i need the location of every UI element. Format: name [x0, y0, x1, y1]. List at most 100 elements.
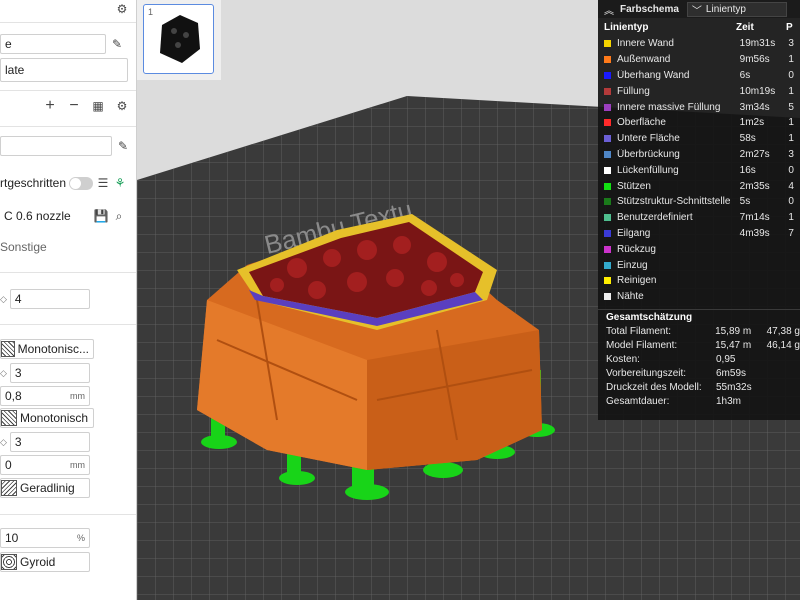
legend-swatch [604, 277, 611, 285]
collapse-icon[interactable]: ︽ [604, 2, 614, 17]
summary-label: Gesamtdauer: [606, 396, 670, 408]
legend-row-name: Eilgang [617, 227, 651, 239]
legend-row-name: Stützstruktur-Schnittstelle [617, 196, 731, 208]
advanced-toggle[interactable] [69, 176, 94, 190]
legend-row-percent: 1 [788, 85, 794, 97]
legend-swatch [604, 71, 611, 79]
legend-row-name: Überhang Wand [617, 69, 690, 81]
summary-label: Vorbereitungszeit: [606, 368, 687, 380]
summary-value: 1h3m [716, 396, 742, 408]
printer-field[interactable]: e [0, 34, 106, 54]
legend-row-time: 5s [739, 196, 751, 208]
spinner-icon[interactable]: ◇ [0, 437, 7, 448]
gear-icon[interactable]: ⚙ [115, 99, 129, 113]
legend-row[interactable]: Benutzerdefiniert 7m14s 1 [598, 210, 800, 226]
legend-swatch [604, 214, 611, 222]
spinner-icon[interactable]: ◇ [0, 294, 7, 305]
legend-row-name: Rückzug [617, 243, 656, 255]
legend-row-time: 16s [739, 164, 756, 176]
top-thickness-input[interactable]: 0,8 mm [0, 386, 90, 406]
legend-swatch [604, 198, 611, 206]
summary-rows: Total Filament: 15,89 m 47,38 g Model Filam… [598, 325, 800, 409]
legend-row[interactable]: Füllung 10m19s 1 [598, 83, 800, 99]
legend-row-name: Innere Wand [617, 38, 674, 50]
legend-row[interactable]: Außenwand 9m56s 1 [598, 52, 800, 68]
legend-row-name: Nähte [617, 291, 644, 303]
gyroid-pattern-icon [1, 554, 17, 570]
legend-row[interactable]: Innere Wand 19m31s 3 [598, 36, 800, 52]
spinner-icon[interactable]: ◇ [0, 368, 7, 379]
legend-row[interactable]: Rückzug [598, 241, 800, 257]
model-preview-icon [160, 15, 200, 63]
bottom-thickness-input[interactable]: 0 mm [0, 455, 90, 475]
bottom-pattern-select[interactable]: Monotonisch [0, 408, 94, 428]
legend-row[interactable]: Reinigen [598, 273, 800, 289]
legend-row-percent: 3 [788, 38, 794, 50]
legend-row-percent: 0 [788, 196, 794, 208]
legend-row[interactable]: Stützstruktur-Schnittstelle 5s 0 [598, 194, 800, 210]
legend-row[interactable]: Oberfläche 1m2s 1 [598, 115, 800, 131]
legend-row[interactable]: Einzug [598, 257, 800, 273]
summary-label: Total Filament: [606, 326, 672, 338]
legend-swatch [604, 245, 611, 253]
edit-icon[interactable]: ✎ [116, 139, 130, 153]
color-scheme-select[interactable]: ﹀ Linientyp [686, 1, 787, 17]
legend-row-time: 7m14s [739, 212, 770, 224]
legend-swatch [604, 103, 611, 111]
legend-row-name: Reinigen [617, 275, 657, 287]
legend-row-name: Einzug [617, 259, 648, 271]
legend-row-percent: 7 [788, 227, 794, 239]
infill-density-input[interactable]: 10% [0, 528, 90, 548]
process-field[interactable] [0, 136, 112, 156]
legend-row[interactable]: Lückenfüllung 16s 0 [598, 162, 800, 178]
legend-row-time: 9m56s [739, 54, 770, 66]
legend-row[interactable]: Stützen 2m35s 4 [598, 178, 800, 194]
slicer-window: Bambu Textu 1 ⚙ e ✎ late + − ▦ ⚙ ✎ rtges… [0, 0, 800, 600]
legend-row[interactable]: Untere Fläche 58s 1 [598, 131, 800, 147]
legend-row-percent: 4 [788, 180, 794, 192]
wall-loops-input[interactable]: 4 [9, 289, 90, 309]
edit-icon[interactable]: ✎ [110, 37, 124, 51]
legend-row[interactable]: Eilgang 4m39s 7 [598, 226, 800, 242]
remove-icon[interactable]: − [67, 97, 81, 114]
legend-panel: ︽ Farbschema ﹀ Linientyp Linientyp Zeit … [598, 0, 800, 420]
plate-type-field[interactable]: late [0, 58, 128, 82]
bottom-layers-input[interactable]: 3 [9, 432, 90, 452]
top-layers-input[interactable]: 3 [9, 363, 90, 383]
summary-value: 15,47 m [715, 340, 752, 352]
legend-rows: Innere Wand 19m31s 3 Außenwand 9m56s 1 Überhan… [598, 36, 800, 305]
legend-row[interactable]: Nähte [598, 289, 800, 305]
legend-row[interactable]: Innere massive Füllung 3m34s 5 [598, 99, 800, 115]
compare-icon[interactable]: ▦ [91, 99, 105, 113]
summary-row: Vorbereitungszeit: 6m59s [598, 367, 800, 381]
tree-icon[interactable]: ⚘ [113, 176, 127, 190]
add-icon[interactable]: + [43, 97, 57, 114]
nozzle-preset[interactable]: C 0.6 nozzle [0, 206, 94, 226]
infill-pattern-select[interactable]: Gyroid [0, 552, 90, 572]
legend-row-name: Außenwand [617, 54, 671, 66]
monotonic-pattern-icon [1, 341, 15, 357]
advanced-label: rtgeschritten [0, 176, 67, 190]
legend-row-percent: 5 [788, 101, 794, 113]
legend-swatch [604, 56, 611, 64]
tab-other[interactable]: Sonstige [0, 240, 47, 254]
save-icon[interactable]: 💾 [94, 209, 109, 223]
search-icon[interactable]: ⌕ [112, 209, 126, 223]
legend-row-percent: 1 [788, 117, 794, 129]
legend-swatch [604, 261, 611, 269]
legend-row-time: 2m27s [739, 148, 770, 160]
internal-solid-pattern-select[interactable]: Geradlinig [0, 478, 90, 498]
legend-row-time: 58s [739, 133, 756, 145]
list-icon[interactable]: ☰ [96, 176, 110, 190]
legend-swatch [604, 119, 611, 127]
legend-swatch [604, 229, 611, 237]
plate-thumbnail[interactable]: 1 [143, 4, 214, 74]
top-pattern-select[interactable]: Monotonisc... [0, 339, 94, 359]
gear-icon[interactable]: ⚙ [115, 2, 129, 16]
legend-swatch [604, 40, 611, 48]
summary-row: Gesamtdauer: 1h3m [598, 395, 800, 409]
legend-row[interactable]: Überhang Wand 6s 0 [598, 68, 800, 84]
summary-row: Kosten: 0,95 [598, 353, 800, 367]
legend-row[interactable]: Überbrückung 2m27s 3 [598, 147, 800, 163]
legend-row-name: Oberfläche [617, 117, 666, 129]
